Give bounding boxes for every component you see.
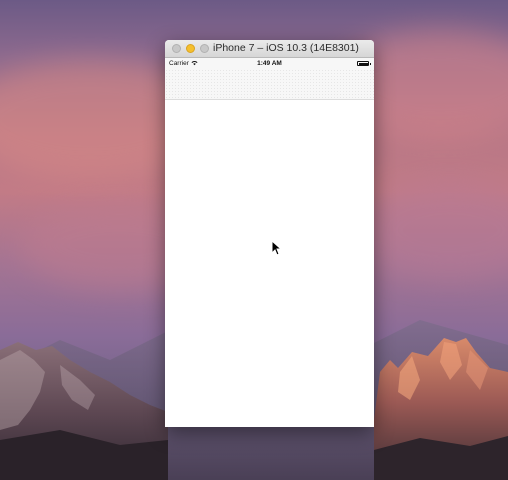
status-time: 1:49 AM — [257, 60, 282, 67]
battery-tip — [370, 63, 371, 65]
arrow-cursor-icon — [271, 240, 281, 256]
minimize-icon[interactable] — [186, 44, 195, 53]
simulator-window[interactable]: iPhone 7 – iOS 10.3 (14E8301) Carrier 1:… — [165, 40, 374, 427]
zoom-icon[interactable] — [200, 44, 209, 53]
desktop: iPhone 7 – iOS 10.3 (14E8301) Carrier 1:… — [0, 0, 508, 480]
close-icon[interactable] — [172, 44, 181, 53]
status-bar: Carrier 1:49 AM — [165, 58, 374, 69]
window-title: iPhone 7 – iOS 10.3 (14E8301) — [213, 42, 359, 54]
window-titlebar[interactable]: iPhone 7 – iOS 10.3 (14E8301) — [165, 40, 374, 58]
battery-fill — [358, 62, 368, 65]
content-area[interactable] — [165, 100, 374, 427]
traffic-lights — [172, 44, 209, 53]
battery-icon — [357, 61, 371, 66]
device-screen[interactable]: Carrier 1:49 AM — [165, 58, 374, 427]
navigation-bar — [165, 69, 374, 100]
